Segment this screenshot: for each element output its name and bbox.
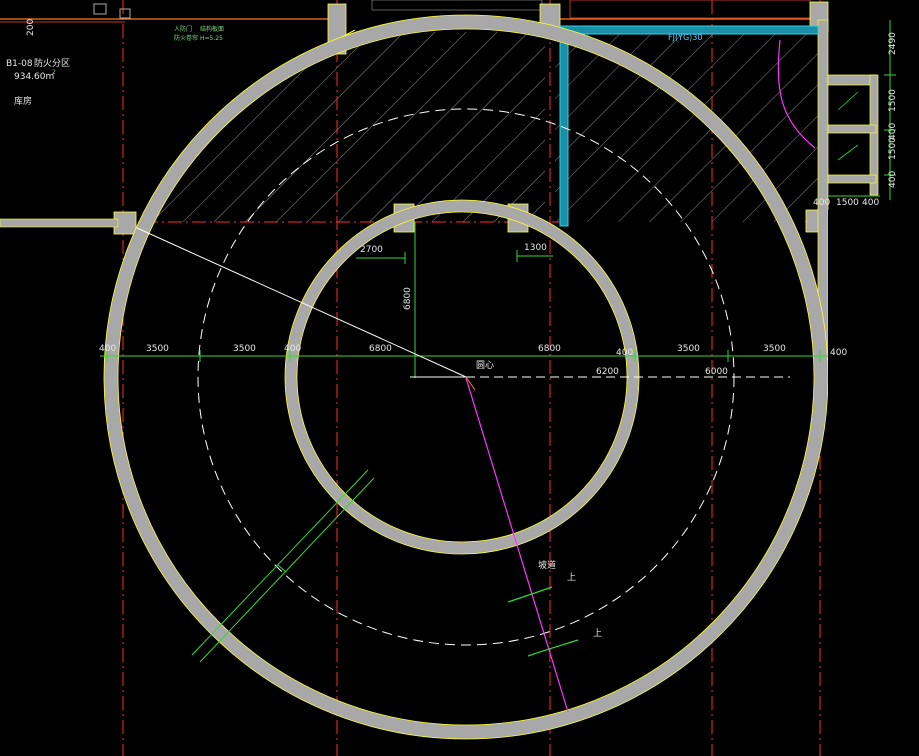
- dim-sub-0: 6200: [596, 367, 619, 377]
- top-note-b: 防火卷帘: [174, 34, 198, 42]
- dim-h-3: 400: [284, 344, 301, 354]
- dim-1300: 1300: [524, 243, 547, 253]
- dim-h-1: 3500: [146, 344, 169, 354]
- top-note-d: H=5.25: [200, 35, 223, 42]
- top-note-c: 结构板面: [200, 25, 224, 33]
- dim-h-2: 3500: [233, 344, 256, 354]
- zone-area-sup: 2: [52, 69, 56, 76]
- right-dim-v-0: 2490: [888, 32, 898, 55]
- zone-name: 防火分区: [34, 57, 70, 69]
- right-dim-v-1: 1500: [888, 89, 898, 112]
- right-dim-h-2: 400: [862, 198, 879, 208]
- ramp-arrows: [507, 586, 579, 657]
- ramp-label: 坡道: [538, 559, 556, 571]
- dim-2700: 2700: [360, 245, 383, 255]
- zone-code: B1-08: [6, 59, 33, 69]
- right-dim-h-1: 1500: [836, 198, 859, 208]
- right-dim-v-4: 400: [888, 171, 898, 188]
- pipe-label: FJ(YG)30: [668, 33, 702, 42]
- right-dim-v-3: 400: [888, 123, 898, 140]
- center-label: 圆心: [476, 360, 494, 371]
- zone-sub: 库房: [14, 95, 32, 107]
- top-note-a: 人防门: [174, 25, 192, 33]
- dim-6800-vertical: 6800: [403, 287, 413, 310]
- dim-h-0: 400: [99, 344, 116, 354]
- ramp-arrow-2: 上: [593, 628, 602, 639]
- dim-h-7: 3500: [677, 344, 700, 354]
- left-vertical-dim: 200: [26, 19, 36, 36]
- floor-plan-svg: B1-08 防火分区 934.60m 2 库房 人防门 防火卷帘 结构板面 H=…: [0, 0, 919, 756]
- dim-h-4: 6800: [369, 344, 392, 354]
- dim-h-6: 400: [616, 348, 633, 358]
- right-dim-h-0: 400: [813, 198, 830, 208]
- zone-area: 934.60m: [14, 72, 54, 82]
- radial-line: [136, 227, 467, 378]
- dim-h-8: 3500: [763, 344, 786, 354]
- dim-h-9: 400: [830, 348, 847, 358]
- ramp-arrow-1: 上: [567, 572, 576, 583]
- cad-drawing-canvas: B1-08 防火分区 934.60m 2 库房 人防门 防火卷帘 结构板面 H=…: [0, 0, 919, 756]
- left-wall: [0, 218, 119, 228]
- dim-h-5: 6800: [538, 344, 561, 354]
- dim-sub-1: 6000: [705, 367, 728, 377]
